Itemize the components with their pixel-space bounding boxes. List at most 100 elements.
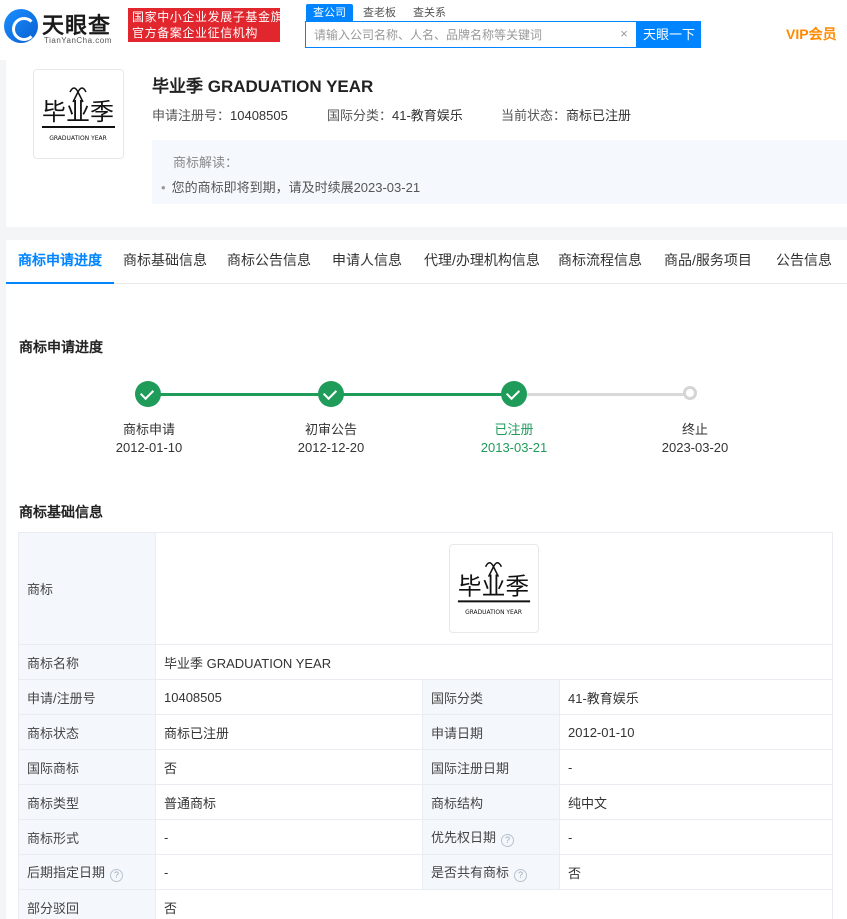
slogan-badge: 国家中小企业发展子基金旗下 官方备案企业征信机构 <box>128 8 296 42</box>
interpretation-item: 您的商标即将到期，请及时续展2023-03-21 <box>161 177 421 196</box>
table-value: - <box>558 819 834 855</box>
slogan-line-1: 国家中小企业发展子基金旗下 <box>132 10 296 24</box>
table-key-with-help: 优先权日期? <box>422 819 560 855</box>
step-3-check-icon <box>501 381 527 407</box>
table-value: 否 <box>155 749 423 785</box>
trademark-logo-thumb-art: 毕业季 GRADUATION YEAR <box>457 562 531 616</box>
step-3-label: 已注册 <box>494 422 534 437</box>
step-4-pending-icon <box>683 386 697 400</box>
trademark-logo-thumbnail[interactable]: 毕业季 GRADUATION YEAR <box>449 544 540 633</box>
table-key: 商标类型 <box>18 784 156 820</box>
table-key: 部分驳回 <box>18 889 156 919</box>
logo-art-bar <box>42 126 115 128</box>
tab-announcement-info[interactable]: 商标公告信息 <box>227 240 311 284</box>
table-value: - <box>155 819 423 855</box>
table-key: 商标名称 <box>18 644 156 680</box>
table-row: 商标名称 毕业季 GRADUATION YEAR <box>18 644 834 680</box>
step-4-date: 2023-03-20 <box>661 440 729 455</box>
detail-panel: 商标申请进度 商标基础信息 商标公告信息 申请人信息 代理/办理机构信息 商标流… <box>6 240 847 919</box>
trademark-title: 毕业季 GRADUATION YEAR <box>152 77 374 96</box>
table-logo-cell: 毕业季 GRADUATION YEAR <box>154 532 834 645</box>
table-row: 商标形式 - 优先权日期? - <box>18 819 834 855</box>
meta-reg-no-label: 申请注册号： <box>152 108 231 123</box>
table-key: 商标形式 <box>18 819 156 855</box>
basic-info-table: 商标 毕业季 GRADUATION YEAR 商标名称 毕业季 GRADUATI… <box>18 532 834 919</box>
table-key: 国际注册日期 <box>422 749 560 785</box>
table-key: 商标结构 <box>422 784 560 820</box>
step-4-label: 终止 <box>681 422 709 437</box>
table-key: 是否共有商标 <box>431 865 510 880</box>
trademark-logo-image: 毕业季 GRADUATION YEAR <box>33 69 124 159</box>
table-value: 普通商标 <box>155 784 423 820</box>
meta-class-value: 41-教育娱乐 <box>392 108 463 123</box>
search-tab-boss[interactable]: 查老板 <box>363 4 396 22</box>
search-input[interactable] <box>306 22 606 47</box>
table-key: 申请日期 <box>422 714 560 750</box>
logo-art-sub: GRADUATION YEAR <box>49 135 107 142</box>
table-value: 商标已注册 <box>155 714 423 750</box>
step-3-date: 2013-03-21 <box>480 440 548 455</box>
table-value: 10408505 <box>155 679 423 715</box>
table-value: 纯中文 <box>558 784 834 820</box>
help-icon[interactable]: ? <box>514 869 528 882</box>
search-button[interactable]: 天眼一下 <box>637 21 701 48</box>
tab-notice-info[interactable]: 公告信息 <box>776 240 832 284</box>
vip-member-link[interactable]: VIP会员 <box>786 24 837 44</box>
slogan-line-2: 官方备案企业征信机构 <box>132 26 259 40</box>
logo-art-main: 毕业季 <box>42 98 114 126</box>
step-2-label: 初审公告 <box>304 422 358 437</box>
help-icon[interactable]: ? <box>110 869 124 882</box>
logo-subtitle: TianYanCha.com <box>44 36 112 45</box>
clear-icon[interactable]: × <box>617 27 631 41</box>
table-row: 商标状态 商标已注册 申请日期 2012-01-10 <box>18 714 834 750</box>
table-value: 否 <box>154 889 834 919</box>
meta-class: 国际分类：41-教育娱乐 <box>327 105 463 124</box>
search-box: × <box>305 21 637 48</box>
top-header: 天眼查 TianYanCha.com 国家中小企业发展子基金旗下 官方备案企业征… <box>0 0 847 60</box>
trademark-interpretation: 商标解读： 您的商标即将到期，请及时续展2023-03-21 <box>152 140 847 204</box>
tab-process-info[interactable]: 商标流程信息 <box>558 240 642 284</box>
meta-reg-no-value: 10408505 <box>230 108 288 123</box>
table-value: 2012-01-10 <box>558 714 834 750</box>
trademark-summary-card: 毕业季 GRADUATION YEAR 毕业季 GRADUATION YEAR … <box>6 60 847 227</box>
table-row: 国际商标 否 国际注册日期 - <box>18 749 834 785</box>
trademark-logo-art: 毕业季 GRADUATION YEAR <box>42 87 115 142</box>
table-value: 毕业季 GRADUATION YEAR <box>154 644 834 680</box>
table-row: 申请/注册号 10408505 国际分类 41-教育娱乐 <box>18 679 834 715</box>
tab-applicant-info[interactable]: 申请人信息 <box>332 240 402 284</box>
meta-status-label: 当前状态： <box>501 108 567 123</box>
meta-status-value: 商标已注册 <box>566 108 632 123</box>
table-key-with-help: 后期指定日期? <box>18 854 156 890</box>
meta-reg-no: 申请注册号：10408505 <box>152 105 288 124</box>
table-row: 后期指定日期? - 是否共有商标? 否 <box>18 854 834 890</box>
table-value: - <box>155 854 423 890</box>
table-value: - <box>558 749 834 785</box>
table-row: 商标类型 普通商标 商标结构 纯中文 <box>18 784 834 820</box>
meta-status: 当前状态：商标已注册 <box>501 105 631 124</box>
tab-basic-info[interactable]: 商标基础信息 <box>123 240 207 284</box>
progress-section-title: 商标申请进度 <box>19 339 103 355</box>
help-icon[interactable]: ? <box>501 834 515 847</box>
table-value: 否 <box>558 854 834 890</box>
table-key: 商标 <box>18 532 156 645</box>
table-row: 商标 毕业季 GRADUATION YEAR <box>18 532 834 645</box>
step-1-check-icon <box>135 381 161 407</box>
logo-thumb-bar <box>457 600 531 603</box>
table-key: 国际分类 <box>422 679 560 715</box>
basic-section-title: 商标基础信息 <box>19 504 103 520</box>
table-key: 商标状态 <box>18 714 156 750</box>
table-key: 国际商标 <box>18 749 156 785</box>
step-1-label: 商标申请 <box>122 422 176 437</box>
table-key: 后期指定日期 <box>27 865 106 880</box>
tab-application-progress[interactable]: 商标申请进度 <box>6 240 114 284</box>
logo-thumb-main: 毕业季 <box>458 572 529 600</box>
site-logo[interactable]: 天眼查 TianYanCha.com <box>4 6 122 46</box>
tab-agency-info[interactable]: 代理/办理机构信息 <box>424 240 540 284</box>
step-2-check-icon <box>318 381 344 407</box>
interpretation-title: 商标解读： <box>173 155 239 170</box>
step-1-date: 2012-01-10 <box>115 440 183 455</box>
tab-goods-services[interactable]: 商品/服务项目 <box>664 240 752 284</box>
table-row: 部分驳回 否 <box>18 889 834 919</box>
search-tab-company[interactable]: 查公司 <box>306 4 353 22</box>
search-tab-relation[interactable]: 查关系 <box>413 4 446 22</box>
